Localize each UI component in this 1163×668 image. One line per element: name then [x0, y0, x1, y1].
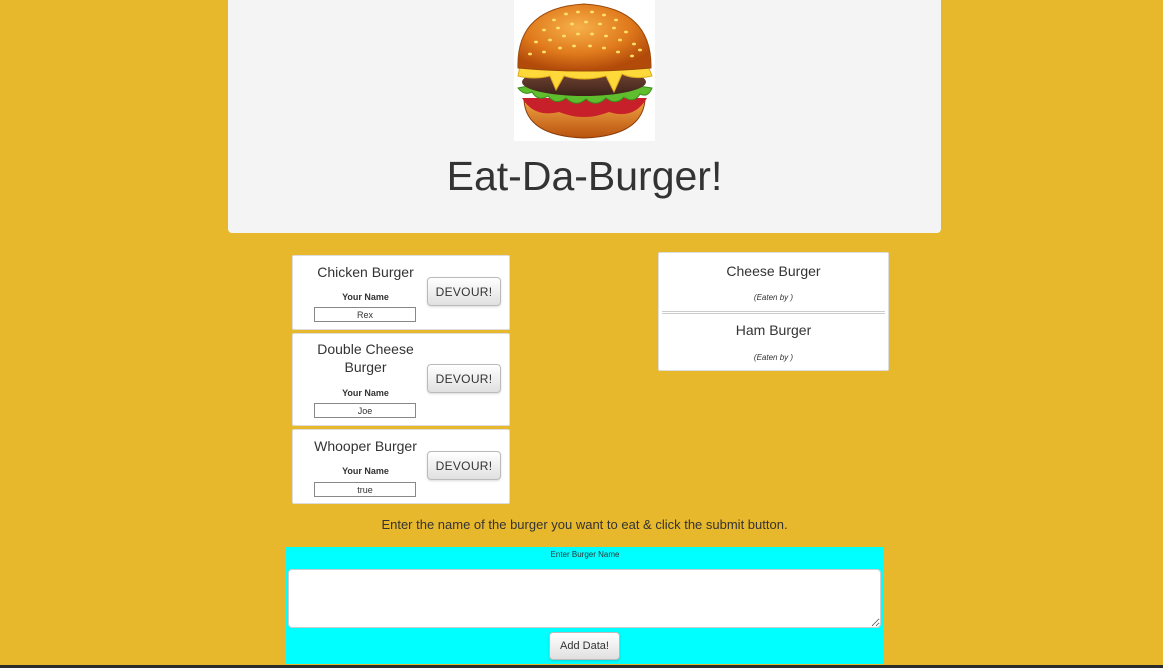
burger-name: Double Cheese Burger [317, 341, 414, 375]
devour-button[interactable]: DEVOUR! [427, 277, 501, 306]
burger-card: Double Cheese Burger Your Name DEVOUR! [292, 333, 510, 426]
your-name-input[interactable] [314, 307, 416, 322]
devour-button[interactable]: DEVOUR! [427, 451, 501, 480]
your-name-input[interactable] [314, 482, 416, 497]
divider [662, 311, 885, 314]
your-name-input[interactable] [314, 403, 416, 418]
burger-name: Whooper Burger [314, 438, 417, 454]
your-name-label: Your Name [342, 466, 389, 476]
eaten-by-text: (Eaten by ) [753, 293, 794, 302]
devoured-burger-name: Ham Burger [735, 322, 812, 338]
devoured-burger-name: Cheese Burger [726, 263, 821, 279]
burger-name-textarea[interactable] [288, 569, 881, 628]
devour-button[interactable]: DEVOUR! [427, 364, 501, 393]
burger-name-label: Enter Burger Name [550, 550, 620, 559]
burger-name: Chicken Burger [317, 264, 414, 280]
burger-card: Chicken Burger Your Name DEVOUR! [292, 255, 510, 330]
devoured-burgers-panel: Cheese Burger (Eaten by ) Ham Burger (Ea… [658, 252, 889, 371]
your-name-label: Your Name [342, 292, 389, 302]
page-title: Eat-Da-Burger! [446, 153, 723, 199]
eaten-by-text: (Eaten by ) [753, 353, 794, 362]
header-jumbotron: Eat-Da-Burger! [228, 0, 941, 233]
hamburger-logo-icon [514, 0, 655, 141]
add-data-button[interactable]: Add Data! [549, 632, 620, 660]
add-burger-form: Enter Burger Name Add Data! [286, 547, 884, 664]
burger-card: Whooper Burger Your Name DEVOUR! [292, 429, 510, 504]
your-name-label: Your Name [342, 388, 389, 398]
instructions-text: Enter the name of the burger you want to… [381, 517, 788, 532]
